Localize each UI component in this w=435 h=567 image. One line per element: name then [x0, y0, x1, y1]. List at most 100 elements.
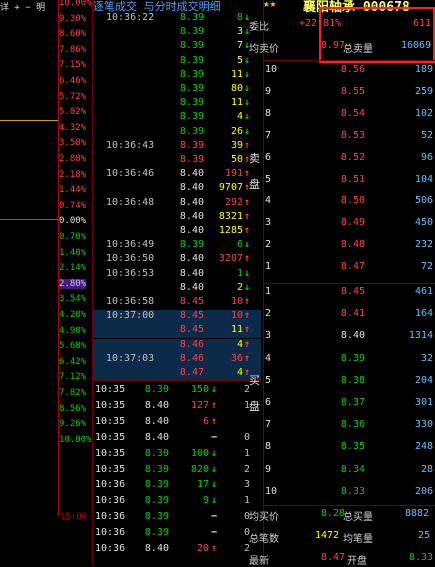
tick-row[interactable]: 8.45 11 ↑: [93, 324, 261, 339]
tick-row[interactable]: 8.39 4 ↓: [93, 111, 261, 125]
minute-row[interactable]: 10:35 8.40 127 ↑ 1: [93, 400, 261, 414]
ask-row[interactable]: 2 8.48 232: [263, 235, 435, 257]
bid-row[interactable]: 7 8.36 330: [263, 415, 435, 437]
tick-row[interactable]: 10:36:43 8.39 39 ↑: [93, 140, 261, 154]
favorite-stars-icon[interactable]: ★★: [263, 0, 276, 10]
ask-row[interactable]: 10 8.56 189: [263, 60, 435, 82]
arrow-down-icon: ↓: [244, 281, 251, 293]
bid-row[interactable]: 8 8.35 248: [263, 437, 435, 459]
bid-row[interactable]: 6 8.37 301: [263, 393, 435, 415]
tick-price: 8.39: [179, 139, 204, 151]
tick-row[interactable]: 10:36:49 8.39 6 ↓: [93, 239, 261, 253]
bid-row[interactable]: 2 8.41 164: [263, 304, 435, 326]
bid-row[interactable]: 3 8.40 1314: [263, 326, 435, 348]
ask-volume: 189: [414, 64, 433, 75]
ask-row[interactable]: 4 8.50 506: [263, 191, 435, 213]
tick-row[interactable]: 8.40 1285 ↑: [93, 225, 261, 239]
ask-level: 6: [265, 151, 272, 163]
ask-volume: 259: [414, 85, 433, 97]
ticker-title[interactable]: 逐笔成交 与分时成交明细: [93, 0, 263, 12]
tick-price: 8.40: [179, 281, 204, 293]
ask-row[interactable]: 6 8.52 96: [263, 148, 435, 170]
arrow-up-icon: ↑: [244, 310, 251, 322]
arrow-up-icon: ↑: [244, 324, 251, 336]
bid-row[interactable]: 5 8.38 204: [263, 371, 435, 393]
tick-row[interactable]: 10:36:53 8.40 1 ↓: [93, 268, 261, 282]
minute-row[interactable]: 10:36 8.39−0: [93, 527, 261, 541]
tick-row[interactable]: 8.39 26 ↓: [93, 126, 261, 140]
dash-icon: −: [211, 527, 218, 539]
tick-row[interactable]: 10:36:58 8.45 10 ↑: [93, 296, 261, 310]
tick-row[interactable]: 8.39 11 ↓: [93, 69, 261, 83]
ask-row[interactable]: 8 8.54 102: [263, 104, 435, 126]
intraday-chart-panel[interactable]: 详 + − 明 10.00% 9.30% 8.60% 7.86% 7.15% 6.46% 5…: [0, 0, 92, 565]
ask-row[interactable]: 1 8.47 72: [263, 257, 435, 279]
tick-volume: 191: [224, 168, 243, 180]
tick-row[interactable]: 8.39 3 ↓: [93, 26, 261, 40]
bid-level: 1: [265, 286, 272, 297]
bid-row[interactable]: 4 8.39 32: [263, 349, 435, 371]
tick-row[interactable]: 10:36:22 8.39 8 ↓: [93, 12, 261, 26]
ask-level: 9: [265, 85, 272, 97]
tick-price: 8.39: [179, 68, 204, 80]
bid-price: 8.45: [340, 286, 365, 297]
minute-row[interactable]: 10:36 8.39−0: [93, 511, 261, 525]
tick-row[interactable]: 10:36:50 8.40 3207 ↑: [93, 253, 261, 267]
tick-time: 10:36:43: [106, 139, 155, 151]
ask-row[interactable]: 5 8.51 104: [263, 170, 435, 192]
tick-row[interactable]: 10:36:46 8.40 191 ↑: [93, 168, 261, 182]
minute-row[interactable]: 10:36 8.39 9 ↓ 1: [93, 495, 261, 509]
ask-row[interactable]: 7 8.53 52: [263, 126, 435, 148]
bid-row[interactable]: 1 8.45 461: [263, 282, 435, 304]
chart-controls[interactable]: 详 + − 明: [0, 0, 45, 13]
bid-price: 8.35: [340, 441, 365, 453]
tick-time: 10:37:00: [106, 310, 155, 322]
tick-row[interactable]: 8.40 9707 ↑: [93, 182, 261, 196]
ask-level: 1: [265, 261, 272, 273]
tick-row[interactable]: 8.46 4 ↑: [93, 338, 261, 353]
order-book-panel[interactable]: ★★ 襄阳轴承 000678 委比 +22.81% 611 均卖价 8.97 总…: [249, 0, 435, 567]
minute-row[interactable]: 10:36 8.40 20 ↑ 2: [93, 543, 261, 557]
tick-row[interactable]: 8.39 80 ↓: [93, 83, 261, 97]
intraday-chart[interactable]: [0, 0, 59, 516]
ask-level: 4: [265, 195, 272, 207]
sell-side-label-2: 盘: [249, 178, 260, 191]
percent-label: 10.00%: [59, 0, 92, 8]
bid-row[interactable]: 10 8.33 206: [263, 482, 435, 504]
tick-row[interactable]: 10:36:48 8.40 292 ↑: [93, 197, 261, 211]
minute-row[interactable]: 10:35 8.40 − 0: [93, 432, 261, 446]
percent-label: 4.28%: [59, 310, 87, 320]
minute-row[interactable]: 10:35 8.39 150 ↓ 2: [93, 384, 261, 398]
trade-ticker-panel[interactable]: 逐笔成交 与分时成交明细 10:36:22 8.39 8 ↓ 8.39 3 ↓ 8.39 7 ↓ 8…: [92, 0, 264, 565]
bid-volume: 32: [420, 352, 433, 364]
ask-row[interactable]: 9 8.55 259: [263, 82, 435, 104]
tick-volume: 10: [230, 296, 243, 307]
tick-row[interactable]: 8.39 5 ↓: [93, 55, 261, 69]
bid-row[interactable]: 9 8.34 28: [263, 460, 435, 482]
tick-volume: 3: [236, 26, 243, 38]
ask-volume: 104: [414, 173, 433, 185]
avg-per-trade-label: 均笔量: [343, 534, 373, 545]
tick-row[interactable]: 8.39 50 ↑: [93, 154, 261, 168]
tick-row[interactable]: 10:37:03 8.46 36 ↑: [93, 352, 261, 367]
tick-volume: 4: [236, 367, 243, 378]
tick-row[interactable]: 8.39 7 ↓: [93, 40, 261, 54]
tick-row[interactable]: 8.40 2 ↓: [93, 282, 261, 296]
minute-row[interactable]: 10:35 8.40 6 ↑: [93, 416, 261, 430]
tick-row[interactable]: 8.40 8321 ↑: [93, 211, 261, 225]
tick-row[interactable]: 8.39 11 ↓: [93, 97, 261, 111]
minute-row[interactable]: 10:36 8.39 17 ↓ 3: [93, 479, 261, 493]
ask-row[interactable]: 3 8.49 450: [263, 213, 435, 235]
minute-row[interactable]: 10:35 8.39 100 ↓ 1: [93, 448, 261, 462]
percent-label: 3.58%: [59, 138, 87, 149]
tick-price: 8.46: [179, 352, 204, 364]
minute-row[interactable]: 10:35 8.39 820 ↓ 2: [93, 464, 261, 478]
tick-row[interactable]: 8.47 4 ↑: [93, 367, 261, 381]
percent-label: 5.68%: [59, 341, 87, 352]
tick-time: 10:37:03: [106, 352, 155, 364]
tick-volume: 1285: [218, 225, 243, 236]
bid-volume: 1314: [408, 330, 433, 342]
percent-label: 1.40%: [59, 247, 87, 258]
bid-price: 8.36: [340, 419, 365, 431]
tick-row[interactable]: 10:37:00 8.45 10 ↑: [93, 310, 261, 325]
